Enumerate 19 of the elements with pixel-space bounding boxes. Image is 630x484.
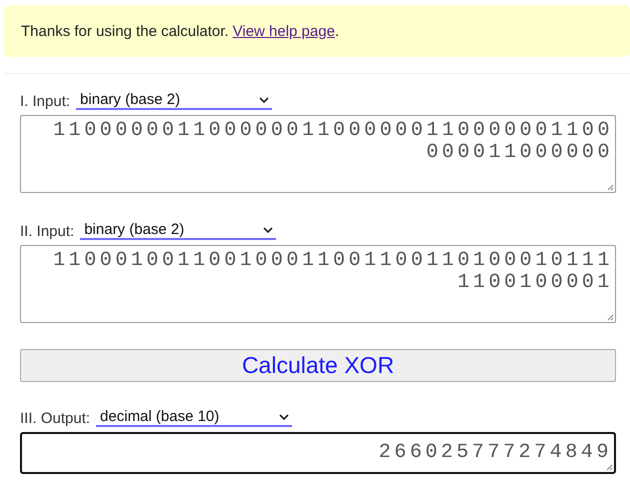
output-field[interactable]: 266025777274849 bbox=[20, 432, 616, 474]
chevron-icon bbox=[259, 96, 270, 102]
notice-text: Thanks for using the calculator. bbox=[21, 22, 229, 40]
input-field[interactable]: 110000001100000011000000110000001100000011000000 bbox=[20, 115, 616, 193]
resize-grip-icon[interactable] bbox=[606, 313, 614, 321]
chevron-icon bbox=[263, 226, 274, 232]
field-label: I. Input: bbox=[20, 93, 70, 110]
base-select[interactable]: binary (base 2) bbox=[76, 91, 272, 110]
field-label: II. Input: bbox=[20, 223, 74, 240]
help-link[interactable]: View help page bbox=[232, 22, 335, 40]
chevron-icon bbox=[279, 414, 290, 420]
base-select[interactable]: binary (base 2) bbox=[80, 221, 276, 240]
input-field[interactable]: 1100010011001000110011001101000101111100100001 bbox=[20, 245, 616, 323]
resize-grip-icon[interactable] bbox=[606, 183, 614, 191]
base-select[interactable]: decimal (base 10) bbox=[96, 408, 292, 427]
notice-text: . bbox=[334, 22, 340, 40]
calculate-button[interactable]: Calculate XOR bbox=[20, 349, 616, 382]
field-label: III. Output: bbox=[20, 410, 90, 427]
resize-grip-icon[interactable] bbox=[605, 463, 613, 471]
